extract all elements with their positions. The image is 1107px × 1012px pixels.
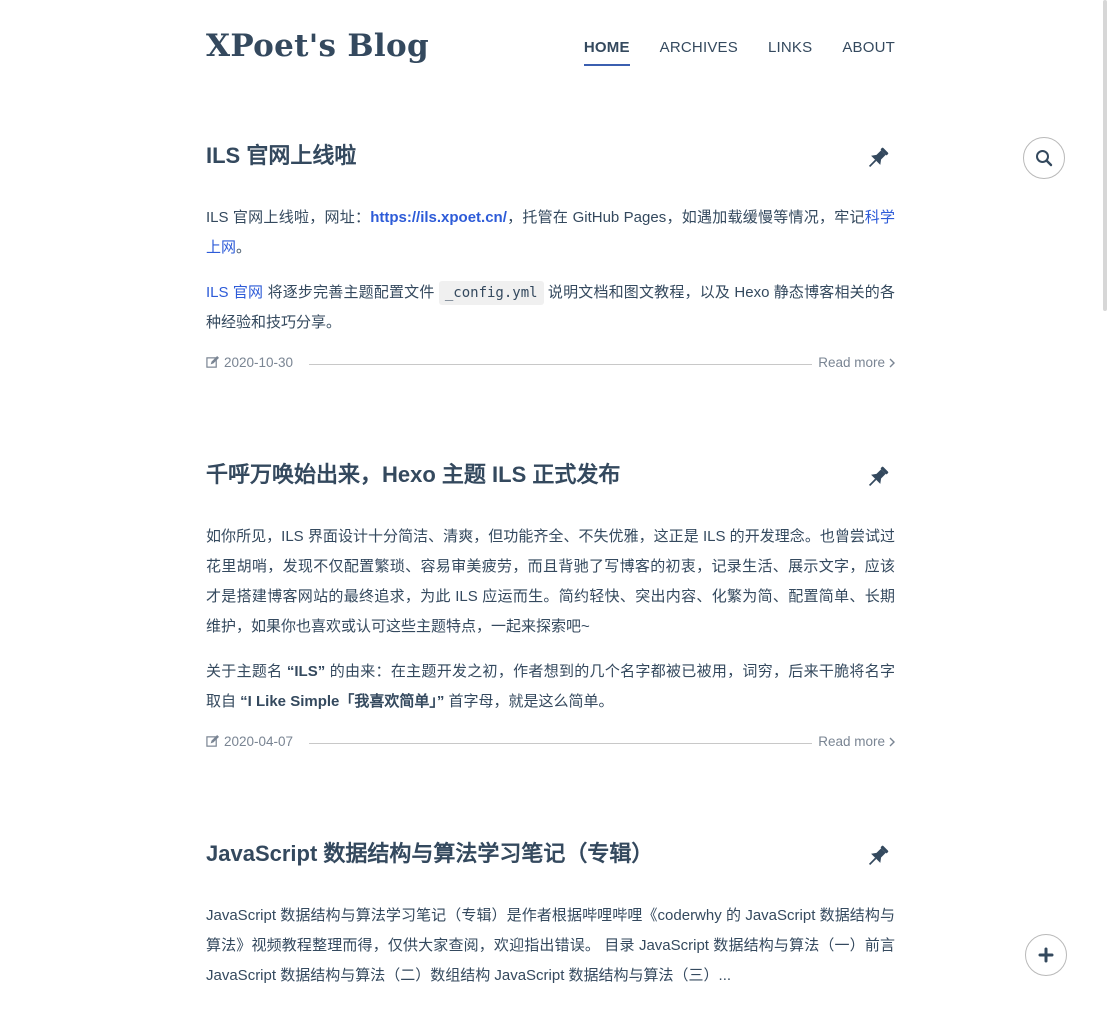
paragraph-text: 关于主题名 [206, 663, 287, 680]
read-more-label: Read more [818, 734, 885, 749]
read-more-label: Read more [818, 355, 885, 370]
post-item: 千呼万唤始出来，Hexo 主题 ILS 正式发布 如你所见，ILS 界面设计十分… [206, 460, 895, 754]
post-paragraph: JavaScript 数据结构与算法学习笔记（专辑）是作者根据哔哩哔哩《code… [206, 907, 895, 984]
site-url-link[interactable]: https://ils.xpoet.cn/ [370, 209, 507, 226]
post-paragraph: ILS 官网上线啦，网址：https://ils.xpoet.cn/，托管在 G… [206, 203, 895, 263]
post-date: 2020-10-30 [206, 355, 293, 370]
plus-icon [1038, 947, 1054, 963]
nav-about[interactable]: ABOUT [842, 39, 895, 66]
post-paragraph: 关于主题名 “ILS” 的由来：在主题开发之初，作者想到的几个名字都被已被用，词… [206, 657, 895, 717]
post-date-text: 2020-10-30 [224, 355, 294, 370]
post-date-text: 2020-04-07 [224, 734, 294, 749]
chevron-right-icon [889, 737, 895, 746]
main-nav: HOME ARCHIVES LINKS ABOUT [554, 39, 895, 66]
edit-icon [206, 356, 219, 368]
pin-icon [868, 147, 889, 168]
post-meta: 2020-10-30 Read more [206, 355, 895, 375]
post-meta: 2020-04-07 Read more [206, 734, 895, 754]
post-paragraph: 如你所见，ILS 界面设计十分简洁、清爽，但功能齐全、不失优雅，这正是 ILS … [206, 528, 895, 635]
ils-site-link[interactable]: ILS 官网 [206, 284, 263, 301]
meta-divider [309, 364, 812, 365]
pin-icon [868, 845, 889, 866]
search-icon [1036, 150, 1053, 167]
meta-divider [309, 743, 812, 744]
nav-home[interactable]: HOME [583, 39, 630, 66]
post-title[interactable]: JavaScript 数据结构与算法学习笔记（专辑） [206, 839, 895, 869]
post-body: JavaScript 数据结构与算法学习笔记（专辑）是作者根据哔哩哔哩《code… [206, 901, 895, 991]
site-header: XPoet's Blog HOME ARCHIVES LINKS ABOUT [206, 26, 895, 76]
config-code: _config.yml [438, 281, 544, 305]
post-body: 如你所见，ILS 界面设计十分简洁、清爽，但功能齐全、不失优雅，这正是 ILS … [206, 522, 895, 717]
page-scrollbar[interactable] [1103, 0, 1107, 311]
paragraph-text: 将逐步完善主题配置文件 [263, 284, 439, 301]
post-body: ILS 官网上线啦，网址：https://ils.xpoet.cn/，托管在 G… [206, 203, 895, 338]
read-more-link[interactable]: Read more [818, 355, 895, 370]
post-item: ILS 官网上线啦 ILS 官网上线啦，网址：https://ils.xpoet… [206, 141, 895, 375]
search-button[interactable] [1023, 137, 1065, 179]
paragraph-text: 。 [236, 239, 252, 256]
bold-text: “ILS” [286, 663, 326, 680]
post-title[interactable]: ILS 官网上线啦 [206, 141, 895, 171]
paragraph-text: ILS 官网上线啦，网址： [206, 209, 371, 226]
nav-archives[interactable]: ARCHIVES [660, 39, 738, 66]
chevron-right-icon [889, 358, 895, 367]
paragraph-text: 首字母，就是这么简单。 [444, 693, 614, 710]
post-date: 2020-04-07 [206, 734, 293, 749]
post-title[interactable]: 千呼万唤始出来，Hexo 主题 ILS 正式发布 [206, 460, 895, 490]
edit-icon [206, 735, 219, 747]
post-paragraph: ILS 官网 将逐步完善主题配置文件 _config.yml 说明文档和图文教程… [206, 278, 895, 338]
nav-links[interactable]: LINKS [768, 39, 812, 66]
tools-toggle-button[interactable] [1025, 934, 1067, 976]
site-logo[interactable]: XPoet's Blog [206, 28, 429, 64]
post-item: JavaScript 数据结构与算法学习笔记（专辑） JavaScript 数据… [206, 839, 895, 1006]
bold-text: “I Like Simple「我喜欢简单」” [240, 693, 445, 710]
read-more-link[interactable]: Read more [818, 734, 895, 749]
paragraph-text: ，托管在 GitHub Pages，如遇加载缓慢等情况，牢记 [506, 209, 865, 226]
pin-icon [868, 466, 889, 487]
